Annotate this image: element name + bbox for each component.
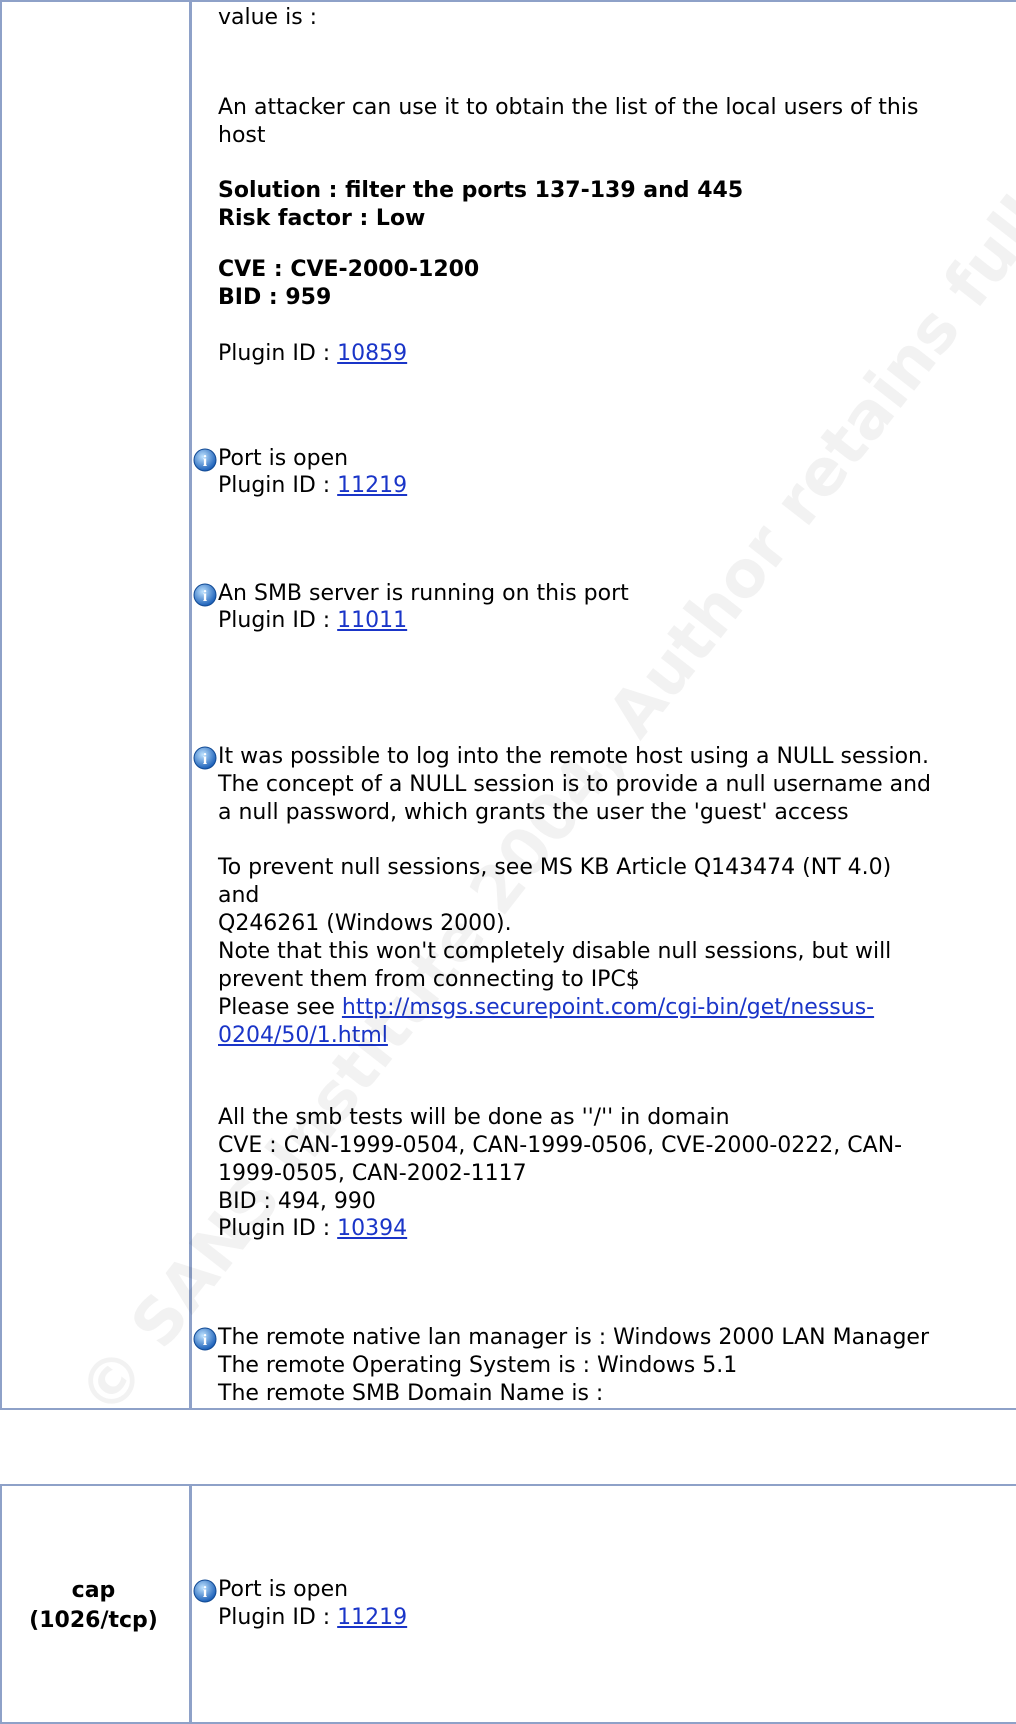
null-session-line-12: 1999-0505, CAN-2002-1117	[218, 1161, 527, 1186]
null-session-line-6: Q246261 (Windows 2000).	[218, 911, 512, 936]
risk-factor-text: Risk factor : Low	[218, 206, 426, 231]
attacker-text-line-2: host	[218, 123, 266, 148]
info-icon: i	[193, 1327, 217, 1351]
plugin-line: Plugin ID : 10394	[218, 1216, 408, 1241]
bid-text: BID : 959	[218, 285, 332, 310]
info-icon: i	[193, 1579, 217, 1603]
plugin-link-11219-b[interactable]: 11219	[337, 1605, 407, 1630]
plugin-line: Plugin ID : 10859	[218, 341, 408, 366]
finding-title-port-open: Port is open	[218, 446, 349, 471]
attacker-text-line-1: An attacker can use it to obtain the lis…	[218, 95, 919, 120]
null-session-line-4: To prevent null sessions, see MS KB Arti…	[218, 855, 892, 880]
null-session-line-7: Note that this won't completely disable …	[218, 939, 892, 964]
null-session-line-13: BID : 494, 990	[218, 1189, 376, 1214]
null-session-line-2: The concept of a NULL session is to prov…	[218, 772, 932, 797]
column-divider	[189, 2, 192, 1408]
plugin-line: Plugin ID : 11219	[218, 473, 408, 498]
plugin-line: Plugin ID : 11011	[218, 608, 408, 633]
findings-table-1	[0, 0, 1016, 1410]
svg-text:i: i	[203, 1584, 208, 1601]
solution-text: Solution : filter the ports 137-139 and …	[218, 178, 744, 203]
reference-link-cont[interactable]: 0204/50/1.html	[218, 1023, 388, 1048]
svg-text:i: i	[203, 751, 208, 768]
null-session-line-11: CVE : CAN-1999-0504, CAN-1999-0506, CVE-…	[218, 1133, 903, 1158]
null-session-line-3: a null password, which grants the user t…	[218, 800, 849, 825]
lanman-line-1: The remote native lan manager is : Windo…	[218, 1325, 930, 1350]
info-icon: i	[193, 448, 217, 472]
null-session-link-cont: 0204/50/1.html	[218, 1022, 388, 1050]
finding-title-port-open-2: Port is open	[218, 1577, 349, 1602]
plugin-link-10859[interactable]: 10859	[337, 341, 407, 366]
null-session-line-9: Please see http://msgs.securepoint.com/c…	[218, 995, 875, 1020]
plugin-link-11219[interactable]: 11219	[337, 473, 407, 498]
cve-text: CVE : CVE-2000-1200	[218, 257, 480, 282]
column-divider	[189, 1486, 192, 1722]
null-session-line-10: All the smb tests will be done as ''/'' …	[218, 1105, 730, 1130]
info-icon: i	[193, 746, 217, 770]
svg-text:i: i	[203, 1332, 208, 1349]
finding-title-smb: An SMB server is running on this port	[218, 581, 629, 606]
null-session-line-1: It was possible to log into the remote h…	[218, 744, 929, 769]
port-name: cap	[71, 1578, 116, 1603]
svg-text:i: i	[203, 588, 208, 605]
port-proto: (1026/tcp)	[29, 1608, 158, 1633]
lanman-line-2: The remote Operating System is : Windows…	[218, 1353, 738, 1378]
plugin-line: Plugin ID : 11219	[218, 1605, 408, 1630]
plugin-link-10394[interactable]: 10394	[337, 1216, 407, 1241]
null-session-line-8: prevent them from connecting to IPC$	[218, 967, 640, 992]
null-session-line-5: and	[218, 883, 260, 908]
svg-text:i: i	[203, 453, 208, 470]
lanman-line-3: The remote SMB Domain Name is :	[218, 1381, 604, 1406]
value-line: value is :	[218, 5, 318, 30]
info-icon: i	[193, 583, 217, 607]
reference-link[interactable]: http://msgs.securepoint.com/cgi-bin/get/…	[342, 995, 874, 1020]
plugin-link-11011[interactable]: 11011	[337, 608, 407, 633]
